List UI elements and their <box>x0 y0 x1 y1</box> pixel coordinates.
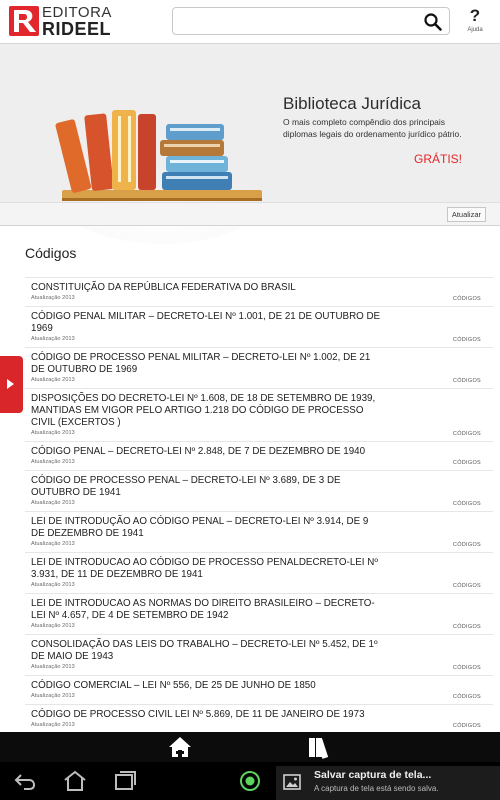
item-category-tag: CÓDIGOS <box>452 694 481 700</box>
side-drawer-tab[interactable] <box>0 356 23 413</box>
item-category-tag: CÓDIGOS <box>452 665 481 671</box>
item-title: DISPOSIÇÕES DO DECRETO-LEI Nº 1.608, DE … <box>31 393 376 428</box>
item-update-label: Atualização 2013 <box>31 430 75 436</box>
item-update-label: Atualização 2013 <box>31 459 75 465</box>
banner-description: O mais completo compêndio dos principais… <box>283 117 462 139</box>
list-item[interactable]: CONSTITUIÇÃO DA REPÚBLICA FEDERATIVA DO … <box>25 277 493 306</box>
notification-text: A captura de tela está sendo salva. <box>314 784 439 793</box>
help-button[interactable]: ? Ajuda <box>462 6 488 40</box>
list-item[interactable]: CÓDIGO PENAL MILITAR – DECRETO-LEI Nº 1.… <box>25 306 493 347</box>
update-button[interactable]: Atualizar <box>446 207 486 222</box>
item-title: CONSTITUIÇÃO DA REPÚBLICA FEDERATIVA DO … <box>31 282 296 293</box>
help-icon: ? <box>469 6 481 25</box>
banner-title: Biblioteca Jurídica <box>283 94 421 113</box>
list-item[interactable]: LEI DE INTRODUCAO AO CÓDIGO DE PROCESSO … <box>25 552 493 593</box>
item-update-label: Atualização 2013 <box>31 295 75 301</box>
item-category-tag: CÓDIGOS <box>452 378 481 384</box>
free-label[interactable]: GRÁTIS! <box>414 152 462 166</box>
search-input[interactable] <box>179 12 419 32</box>
item-title: LEI DE INTRODUÇÃO AO CÓDIGO PENAL – DECR… <box>31 516 369 539</box>
brand-line-2: RIDEEL <box>42 19 112 39</box>
list-item[interactable]: LEI DE INTRODUCAO AS NORMAS DO DIREITO B… <box>25 593 493 634</box>
item-category-tag: CÓDIGOS <box>452 501 481 507</box>
recent-apps-icon[interactable] <box>112 768 138 794</box>
item-update-label: Atualização 2013 <box>31 500 75 506</box>
item-title: CÓDIGO PENAL MILITAR – DECRETO-LEI Nº 1.… <box>31 311 381 334</box>
item-update-label: Atualização 2013 <box>31 377 75 383</box>
item-category-tag: CÓDIGOS <box>452 431 481 437</box>
item-title: CÓDIGO COMERCIAL – LEI Nº 556, DE 25 DE … <box>31 680 316 691</box>
books-illustration <box>52 110 272 244</box>
list-item[interactable]: CONSOLIDAÇÃO DAS LEIS DO TRABALHO – DECR… <box>25 634 493 675</box>
item-title: CÓDIGO PENAL – DECRETO-LEI Nº 2.848, DE … <box>31 446 366 457</box>
update-bar: Atualizar <box>0 202 500 226</box>
item-update-label: Atualização 2013 <box>31 664 75 670</box>
item-category-tag: CÓDIGOS <box>452 583 481 589</box>
help-label: Ajuda <box>467 27 483 33</box>
item-title: CÓDIGO DE PROCESSO PENAL – DECRETO-LEI N… <box>31 475 341 498</box>
app-window: EDITORA RIDEEL ? Ajuda Biblioteca Jurídi… <box>0 0 500 800</box>
books-icon[interactable] <box>306 735 332 759</box>
editora-rideel-logo[interactable]: EDITORA RIDEEL <box>9 4 129 39</box>
bottom-app-bar <box>0 732 500 762</box>
item-update-label: Atualização 2013 <box>31 336 75 342</box>
item-title: CÓDIGO DE PROCESSO PENAL MILITAR – DECRE… <box>31 352 371 375</box>
list-item[interactable]: DISPOSIÇÕES DO DECRETO-LEI Nº 1.608, DE … <box>25 388 493 441</box>
codes-list: CONSTITUIÇÃO DA REPÚBLICA FEDERATIVA DO … <box>25 277 493 733</box>
logo-mark-icon <box>9 6 39 36</box>
item-title: CONSOLIDAÇÃO DAS LEIS DO TRABALHO – DECR… <box>31 639 378 662</box>
item-category-tag: CÓDIGOS <box>452 542 481 548</box>
list-item[interactable]: CÓDIGO COMERCIAL – LEI Nº 556, DE 25 DE … <box>25 675 493 704</box>
list-item[interactable]: CÓDIGO DE PROCESSO CIVIL LEI Nº 5.869, D… <box>25 704 493 733</box>
image-icon <box>283 774 301 790</box>
list-item[interactable]: CÓDIGO DE PROCESSO PENAL MILITAR – DECRE… <box>25 347 493 388</box>
notification-title: Salvar captura de tela... <box>314 769 432 781</box>
item-update-label: Atualização 2013 <box>31 582 75 588</box>
top-header: EDITORA RIDEEL ? Ajuda <box>0 0 500 44</box>
home-nav-icon[interactable] <box>62 768 88 794</box>
list-item[interactable]: LEI DE INTRODUÇÃO AO CÓDIGO PENAL – DECR… <box>25 511 493 552</box>
back-icon[interactable] <box>12 768 38 794</box>
item-category-tag: CÓDIGOS <box>452 723 481 729</box>
item-update-label: Atualização 2013 <box>31 623 75 629</box>
list-item[interactable]: CÓDIGO DE PROCESSO PENAL – DECRETO-LEI N… <box>25 470 493 511</box>
item-update-label: Atualização 2013 <box>31 693 75 699</box>
home-icon[interactable] <box>167 735 193 759</box>
search-icon[interactable] <box>423 12 443 32</box>
item-update-label: Atualização 2013 <box>31 541 75 547</box>
library-banner: Biblioteca Jurídica O mais completo comp… <box>0 44 500 244</box>
item-title: LEI DE INTRODUCAO AO CÓDIGO DE PROCESSO … <box>31 557 378 580</box>
item-update-label: Atualização 2013 <box>31 722 75 728</box>
search-box[interactable] <box>172 7 450 35</box>
item-title: LEI DE INTRODUCAO AS NORMAS DO DIREITO B… <box>31 598 375 621</box>
item-category-tag: CÓDIGOS <box>452 296 481 302</box>
item-category-tag: CÓDIGOS <box>452 460 481 466</box>
section-title: Códigos <box>25 245 77 261</box>
screenshot-notification[interactable]: Salvar captura de tela... A captura de t… <box>276 766 500 800</box>
list-item[interactable]: CÓDIGO PENAL – DECRETO-LEI Nº 2.848, DE … <box>25 441 493 470</box>
status-circle-icon <box>237 768 263 794</box>
item-title: CÓDIGO DE PROCESSO CIVIL LEI Nº 5.869, D… <box>31 709 365 720</box>
item-category-tag: CÓDIGOS <box>452 337 481 343</box>
item-category-tag: CÓDIGOS <box>452 624 481 630</box>
